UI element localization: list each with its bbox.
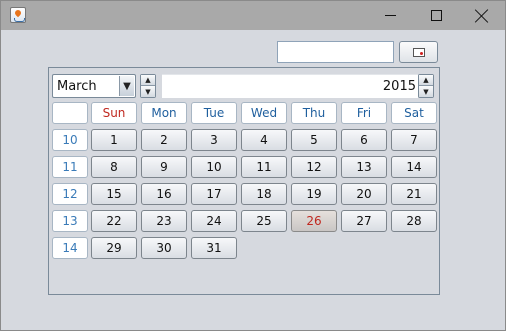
day-button[interactable]: 7 <box>391 129 437 151</box>
spinner-down-icon[interactable]: ▼ <box>141 86 155 97</box>
day-button[interactable]: 8 <box>91 156 137 178</box>
day-button[interactable]: 20 <box>341 183 387 205</box>
minimize-icon <box>384 15 396 16</box>
day-button[interactable]: 3 <box>191 129 237 151</box>
day-button[interactable]: 4 <box>241 129 287 151</box>
minimize-button[interactable] <box>367 1 413 30</box>
day-button[interactable]: 21 <box>391 183 437 205</box>
day-button[interactable]: 24 <box>191 210 237 232</box>
day-button[interactable]: 23 <box>141 210 187 232</box>
day-button[interactable]: 11 <box>241 156 287 178</box>
day-button[interactable]: 5 <box>291 129 337 151</box>
day-button[interactable]: 6 <box>341 129 387 151</box>
title-bar <box>1 1 505 30</box>
day-button[interactable]: 28 <box>391 210 437 232</box>
calendar-icon <box>412 47 425 57</box>
day-button[interactable]: 17 <box>191 183 237 205</box>
day-button[interactable]: 14 <box>391 156 437 178</box>
close-button[interactable] <box>459 1 505 30</box>
day-button[interactable]: 10 <box>191 156 237 178</box>
weekday-header-fri: Fri <box>341 102 387 124</box>
day-button-selected[interactable]: 26 <box>291 210 337 232</box>
day-button[interactable]: 29 <box>91 237 137 259</box>
day-button[interactable]: 30 <box>141 237 187 259</box>
day-button[interactable]: 13 <box>341 156 387 178</box>
dropdown-arrow-icon[interactable]: ▼ <box>119 76 134 96</box>
day-button[interactable]: 9 <box>141 156 187 178</box>
date-text-field[interactable] <box>277 41 394 63</box>
year-field[interactable]: 2015 <box>162 74 418 98</box>
week-number: 11 <box>52 156 88 178</box>
java-cup-icon <box>10 7 26 23</box>
maximize-icon <box>430 10 442 21</box>
close-icon <box>475 9 489 23</box>
weekday-header-mon: Mon <box>141 102 187 124</box>
week-header-corner <box>52 102 88 124</box>
weekday-header-thu: Thu <box>291 102 337 124</box>
app-window: March ▼ ▲ ▼ 2015 ▲ ▼ Sun Mon Tue Wed Thu Fri S… <box>0 0 506 331</box>
day-button[interactable]: 19 <box>291 183 337 205</box>
weekday-header-wed: Wed <box>241 102 287 124</box>
day-button[interactable]: 25 <box>241 210 287 232</box>
day-button[interactable]: 18 <box>241 183 287 205</box>
week-number: 14 <box>52 237 88 259</box>
maximize-button[interactable] <box>413 1 459 30</box>
week-number: 12 <box>52 183 88 205</box>
day-button[interactable]: 27 <box>341 210 387 232</box>
spinner-up-icon[interactable]: ▲ <box>141 75 155 86</box>
year-value: 2015 <box>382 79 416 94</box>
weekday-header-tue: Tue <box>191 102 237 124</box>
weekday-header-sat: Sat <box>391 102 437 124</box>
month-label: March <box>57 79 97 94</box>
month-spinner[interactable]: ▲ ▼ <box>140 74 156 98</box>
week-number: 13 <box>52 210 88 232</box>
spinner-up-icon[interactable]: ▲ <box>419 75 433 86</box>
day-button[interactable]: 12 <box>291 156 337 178</box>
date-picker-button[interactable] <box>399 41 438 63</box>
day-button[interactable]: 16 <box>141 183 187 205</box>
spinner-down-icon[interactable]: ▼ <box>419 86 433 97</box>
week-number: 10 <box>52 129 88 151</box>
day-button[interactable]: 31 <box>191 237 237 259</box>
day-button[interactable]: 22 <box>91 210 137 232</box>
year-spinner[interactable]: ▲ ▼ <box>418 74 434 98</box>
day-button[interactable]: 1 <box>91 129 137 151</box>
weekday-header-sun: Sun <box>91 102 137 124</box>
calendar-panel: March ▼ ▲ ▼ 2015 ▲ ▼ Sun Mon Tue Wed Thu Fri S… <box>48 67 440 295</box>
month-combobox[interactable]: March ▼ <box>52 74 136 98</box>
day-button[interactable]: 15 <box>91 183 137 205</box>
day-button[interactable]: 2 <box>141 129 187 151</box>
